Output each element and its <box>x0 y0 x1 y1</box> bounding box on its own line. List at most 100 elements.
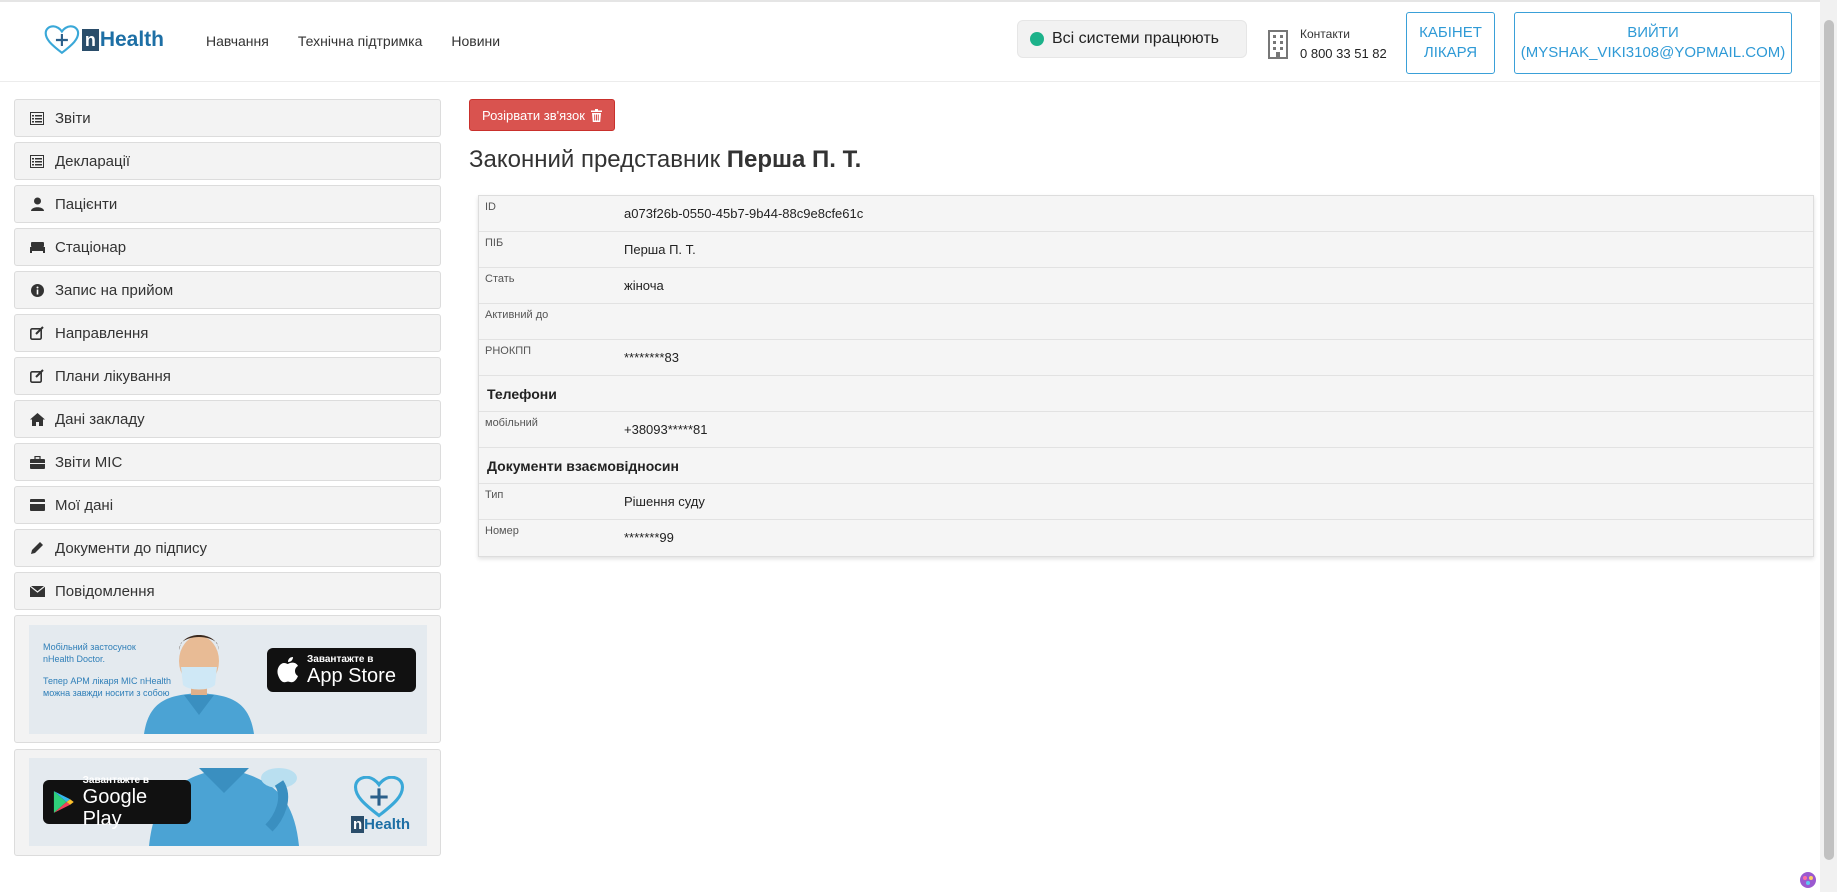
break-relationship-label: Розірвати зв'язок <box>482 107 585 123</box>
sidebar-item-label: Запис на прийом <box>55 281 174 299</box>
edit-icon <box>29 325 45 341</box>
googleplay-badge-big: Google Play <box>82 785 148 830</box>
promo-appstore: Мобільний застосунок nHealth Doctor. Тепе… <box>14 615 441 743</box>
page-title: Законний представник Перша П. Т. <box>469 146 1814 174</box>
sidebar-item-label: Декларації <box>55 152 131 170</box>
sidebar-item-hospital[interactable]: Стаціонар <box>14 228 441 266</box>
detail-value: Перша П. Т. <box>624 242 696 257</box>
nav-news[interactable]: Новини <box>451 33 500 49</box>
top-nav: Навчання Технічна підтримка Новини <box>206 33 529 49</box>
detail-row-id: ID a073f26b-0550-45b7-9b44-88c9e8cfe61c <box>479 196 1813 232</box>
sidebar-item-appointment[interactable]: Запис на прийом <box>14 271 441 309</box>
promo-logo: n Health <box>351 775 410 833</box>
phones-section-title: Телефони <box>479 376 1813 412</box>
list-icon <box>29 153 45 169</box>
contacts-label: Контакти <box>1300 27 1350 41</box>
promo-appstore-banner[interactable]: Мобільний застосунок nHealth Doctor. Тепе… <box>29 625 427 734</box>
heart-logo-icon <box>44 25 80 55</box>
logo-word: Health <box>99 28 164 51</box>
break-relationship-button[interactable]: Розірвати зв'язок <box>469 99 615 131</box>
detail-value: *******99 <box>624 530 674 545</box>
promo-line1: Мобільний застосунок <box>43 642 136 652</box>
doctor-cabinet-line1: КАБІНЕТ <box>1419 24 1482 41</box>
appstore-badge-big: App Store <box>307 664 396 687</box>
logout-button[interactable]: ВИЙТИ (MYSHAK_VIKI3108@YOPMAIL.COM) <box>1514 12 1792 74</box>
contacts[interactable]: Контакти 0 800 33 51 82 <box>1264 24 1387 64</box>
detail-row-name: ПІБ Перша П. Т. <box>479 232 1813 268</box>
page-title-prefix: Законний представник <box>469 146 721 173</box>
detail-row-tax-id: РНОКПП ********83 <box>479 340 1813 376</box>
sidebar-item-label: Звіти <box>55 109 91 127</box>
sidebar-item-mis-reports[interactable]: Звіти МІС <box>14 443 441 481</box>
promo-logo-text: n Health <box>351 816 410 833</box>
briefcase-icon <box>29 454 45 470</box>
googleplay-badge-small: Завантажте в <box>82 774 150 786</box>
detail-label: Номер <box>485 525 519 537</box>
detail-label: мобільний <box>485 417 538 429</box>
detail-row-doc-type: Тип Рішення суду <box>479 484 1813 520</box>
sidebar-item-label: Звіти МІС <box>55 453 123 471</box>
sidebar-item-label: Направлення <box>55 324 149 342</box>
sidebar-item-label: Документи до підпису <box>55 539 208 557</box>
sidebar-item-declarations[interactable]: Декларації <box>14 142 441 180</box>
logo[interactable]: n Health <box>44 22 164 58</box>
detail-row-phone: мобільний +38093*****81 <box>479 412 1813 448</box>
sidebar-item-facility-data[interactable]: Дані закладу <box>14 400 441 438</box>
apple-icon <box>277 657 298 683</box>
logout-line2: (MYSHAK_VIKI3108@YOPMAIL.COM) <box>1520 44 1786 61</box>
detail-row-active-until: Активний до <box>479 304 1813 340</box>
doctor-cabinet-line2: ЛІКАРЯ <box>1423 44 1478 61</box>
detail-label: Тип <box>485 489 504 501</box>
google-play-icon <box>53 791 74 813</box>
detail-label: Активний до <box>485 309 549 321</box>
sidebar-item-label: Пацієнти <box>55 195 118 213</box>
heart-logo-icon <box>353 775 405 818</box>
sidebar-item-label: Плани лікування <box>55 367 171 385</box>
sidebar-item-messages[interactable]: Повідомлення <box>14 572 441 610</box>
sidebar-item-label: Мої дані <box>55 496 114 514</box>
detail-label: ID <box>485 201 496 213</box>
logo-letter: n <box>81 29 99 51</box>
sidebar-item-patients[interactable]: Пацієнти <box>14 185 441 223</box>
logout-line1: ВИЙТИ <box>1627 24 1679 41</box>
sidebar: Звіти Декларації Пацієнти Стаціонар Запи… <box>14 99 441 862</box>
scrollbar-thumb[interactable] <box>1824 20 1834 860</box>
detail-value: ********83 <box>624 350 679 365</box>
page-title-name: Перша П. Т. <box>726 146 862 173</box>
detail-value: +38093*****81 <box>624 422 708 437</box>
building-icon <box>1268 30 1288 59</box>
detail-label: РНОКПП <box>485 345 532 357</box>
extension-icon[interactable] <box>1799 871 1817 889</box>
promo-googleplay: Завантажте в Google Play n Health <box>14 749 441 856</box>
list-icon <box>29 110 45 126</box>
sidebar-item-reports[interactable]: Звіти <box>14 99 441 137</box>
sidebar-item-referrals[interactable]: Направлення <box>14 314 441 352</box>
appstore-badge[interactable]: Завантажте в App Store <box>267 648 416 692</box>
detail-value: жіноча <box>624 278 664 293</box>
logo-text: n Health <box>81 28 164 52</box>
main-content: Розірвати зв'язок Законний представник П… <box>469 99 1814 557</box>
sidebar-item-label: Дані закладу <box>55 410 145 428</box>
promo-googleplay-banner[interactable]: Завантажте в Google Play n Health <box>29 758 427 846</box>
card-icon <box>29 497 45 513</box>
sidebar-item-my-data[interactable]: Мої дані <box>14 486 441 524</box>
pencil-icon <box>29 540 45 556</box>
doctor-cabinet-button[interactable]: КАБІНЕТ ЛІКАРЯ <box>1406 12 1495 74</box>
envelope-icon <box>29 583 45 599</box>
info-icon <box>29 282 45 298</box>
sidebar-item-documents-to-sign[interactable]: Документи до підпису <box>14 529 441 567</box>
page-scrollbar[interactable] <box>1820 0 1837 892</box>
status-text: Всі системи працюють <box>1052 30 1219 47</box>
trash-icon <box>590 108 602 122</box>
system-status[interactable]: Всі системи працюють <box>1017 20 1247 58</box>
nav-support[interactable]: Технічна підтримка <box>298 33 423 49</box>
user-icon <box>29 196 45 212</box>
detail-value: Рішення суду <box>624 494 705 509</box>
detail-row-gender: Стать жіноча <box>479 268 1813 304</box>
status-dot-icon <box>1030 32 1044 46</box>
promo-line2: nHealth Doctor. <box>43 654 106 664</box>
nav-training[interactable]: Навчання <box>206 33 269 49</box>
sidebar-item-treatment-plans[interactable]: Плани лікування <box>14 357 441 395</box>
googleplay-badge[interactable]: Завантажте в Google Play <box>43 775 191 830</box>
appstore-badge-small: Завантажте в <box>307 653 374 665</box>
